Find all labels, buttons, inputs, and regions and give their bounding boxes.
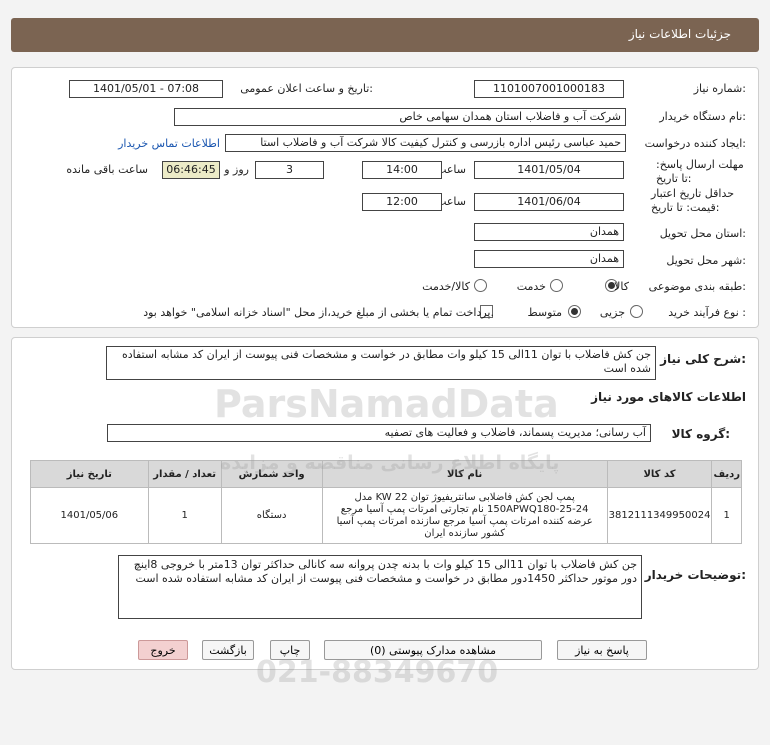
province-label: استان محل تحویل: (659, 227, 746, 240)
process-radio-medium[interactable] (568, 305, 581, 318)
category-option-goods-service: کالا/خدمت (422, 280, 470, 293)
goods-panel: شرح کلی نیاز: جن کش فاضلاب با توان 11الی… (11, 337, 759, 670)
summary-field: جن کش فاضلاب با توان 11الی 15 کیلو وات م… (106, 346, 656, 380)
reply-button[interactable]: پاسخ به نیاز (557, 640, 647, 660)
buyer-label: نام دستگاه خریدار: (659, 110, 746, 123)
remaining-label: ساعت باقی مانده (66, 163, 148, 176)
validity-date-field: 1401/06/04 (474, 193, 624, 211)
exit-button[interactable]: خروج (138, 640, 188, 660)
process-option-minor: جزیی (599, 306, 625, 319)
col-name-header: نام کالا (321, 460, 608, 488)
goods-table: ردیف کد کالا نام کالا واحد شمارش تعداد /… (30, 460, 742, 544)
page-title: جزئیات اطلاعات نیاز (628, 27, 731, 41)
buyer-field: شرکت آب و فاضلاب استان همدان سهامی خاص (174, 108, 626, 126)
goods-group-field: آب رسانی؛ مدیریت پسماند، فاضلاب و فعالیت… (107, 424, 651, 442)
table-row: 1 3812111349950024 پمپ لجن کش فاضلابی سا… (30, 487, 742, 544)
announce-field: 1401/05/01 - 07:08 (69, 80, 223, 98)
back-button[interactable]: بازگشت (202, 640, 254, 660)
city-label: شهر محل تحویل: (666, 254, 746, 267)
category-radio-service[interactable] (550, 279, 563, 292)
remaining-time-field: 06:46:45 (162, 161, 220, 179)
deadline-label: مهلت ارسال پاسخ: تا تاریخ: (656, 158, 744, 185)
validity-label: حداقل تاریخ اعتبار قیمت: تا تاریخ: (651, 187, 735, 214)
process-label: نوع فرآیند خرید : (668, 306, 746, 319)
title-bar: جزئیات اطلاعات نیاز (11, 18, 759, 52)
cell-qty: 1 (147, 487, 222, 544)
buyer-notes-label: توضیحات خریدار: (644, 568, 746, 582)
announce-label: تاریخ و ساعت اعلان عمومی: (240, 82, 373, 95)
process-option-medium: متوسط (527, 306, 562, 319)
col-date-header: تاریخ نیاز (30, 460, 149, 488)
deadline-time-field: 14:00 (362, 161, 442, 179)
validity-time-field: 12:00 (362, 193, 442, 211)
treasury-payment-note: پرداخت تمام یا بخشی از مبلغ خرید،از محل … (143, 306, 494, 319)
category-radio-goods-service[interactable] (474, 279, 487, 292)
view-attachments-button[interactable]: مشاهده مدارک پیوستی (0) (324, 640, 542, 660)
need-number-field: 1101007001000183 (474, 80, 624, 98)
city-field: همدان (474, 250, 624, 268)
category-label: طبقه بندی موضوعی: (648, 280, 746, 293)
deadline-date-field: 1401/05/04 (474, 161, 624, 179)
days-label: روز و (224, 163, 249, 176)
creator-field: حمید عباسی رئیس اداره بازرسی و کنترل کیف… (225, 134, 626, 152)
creator-label: ایجاد کننده درخواست: (644, 137, 746, 150)
cell-name: پمپ لجن کش فاضلابی سانتریفیوژ توان 22 KW… (321, 487, 608, 544)
need-number-label: شماره نیاز: (693, 82, 746, 95)
col-row-header: ردیف (711, 460, 742, 488)
buyer-contact-link[interactable]: اطلاعات تماس خریدار (118, 137, 220, 150)
summary-label: شرح کلی نیاز: (660, 352, 746, 366)
category-option-service: خدمت (516, 280, 546, 293)
goods-table-header: ردیف کد کالا نام کالا واحد شمارش تعداد /… (30, 460, 742, 488)
goods-info-title: اطلاعات کالاهای مورد نیاز (591, 390, 746, 404)
goods-group-label: گروه کالا: (671, 427, 730, 441)
need-info-panel: شماره نیاز: 1101007001000183 تاریخ و ساع… (11, 67, 759, 328)
cell-date: 1401/05/06 (30, 487, 149, 544)
days-field: 3 (255, 161, 324, 179)
province-field: همدان (474, 223, 624, 241)
print-button[interactable]: چاپ (270, 640, 310, 660)
category-option-goods: کالا (614, 280, 629, 293)
cell-row: 1 (711, 487, 742, 544)
col-qty-header: تعداد / مقدار (147, 460, 222, 488)
cell-code: 3812111349950024 (606, 487, 713, 544)
process-radio-minor[interactable] (630, 305, 643, 318)
cell-unit: دستگاه (220, 487, 323, 544)
col-unit-header: واحد شمارش (220, 460, 323, 488)
buyer-notes-field: جن کش فاضلاب با توان 11الی 15 کیلو وات ب… (118, 555, 642, 619)
col-code-header: کد کالا (606, 460, 713, 488)
